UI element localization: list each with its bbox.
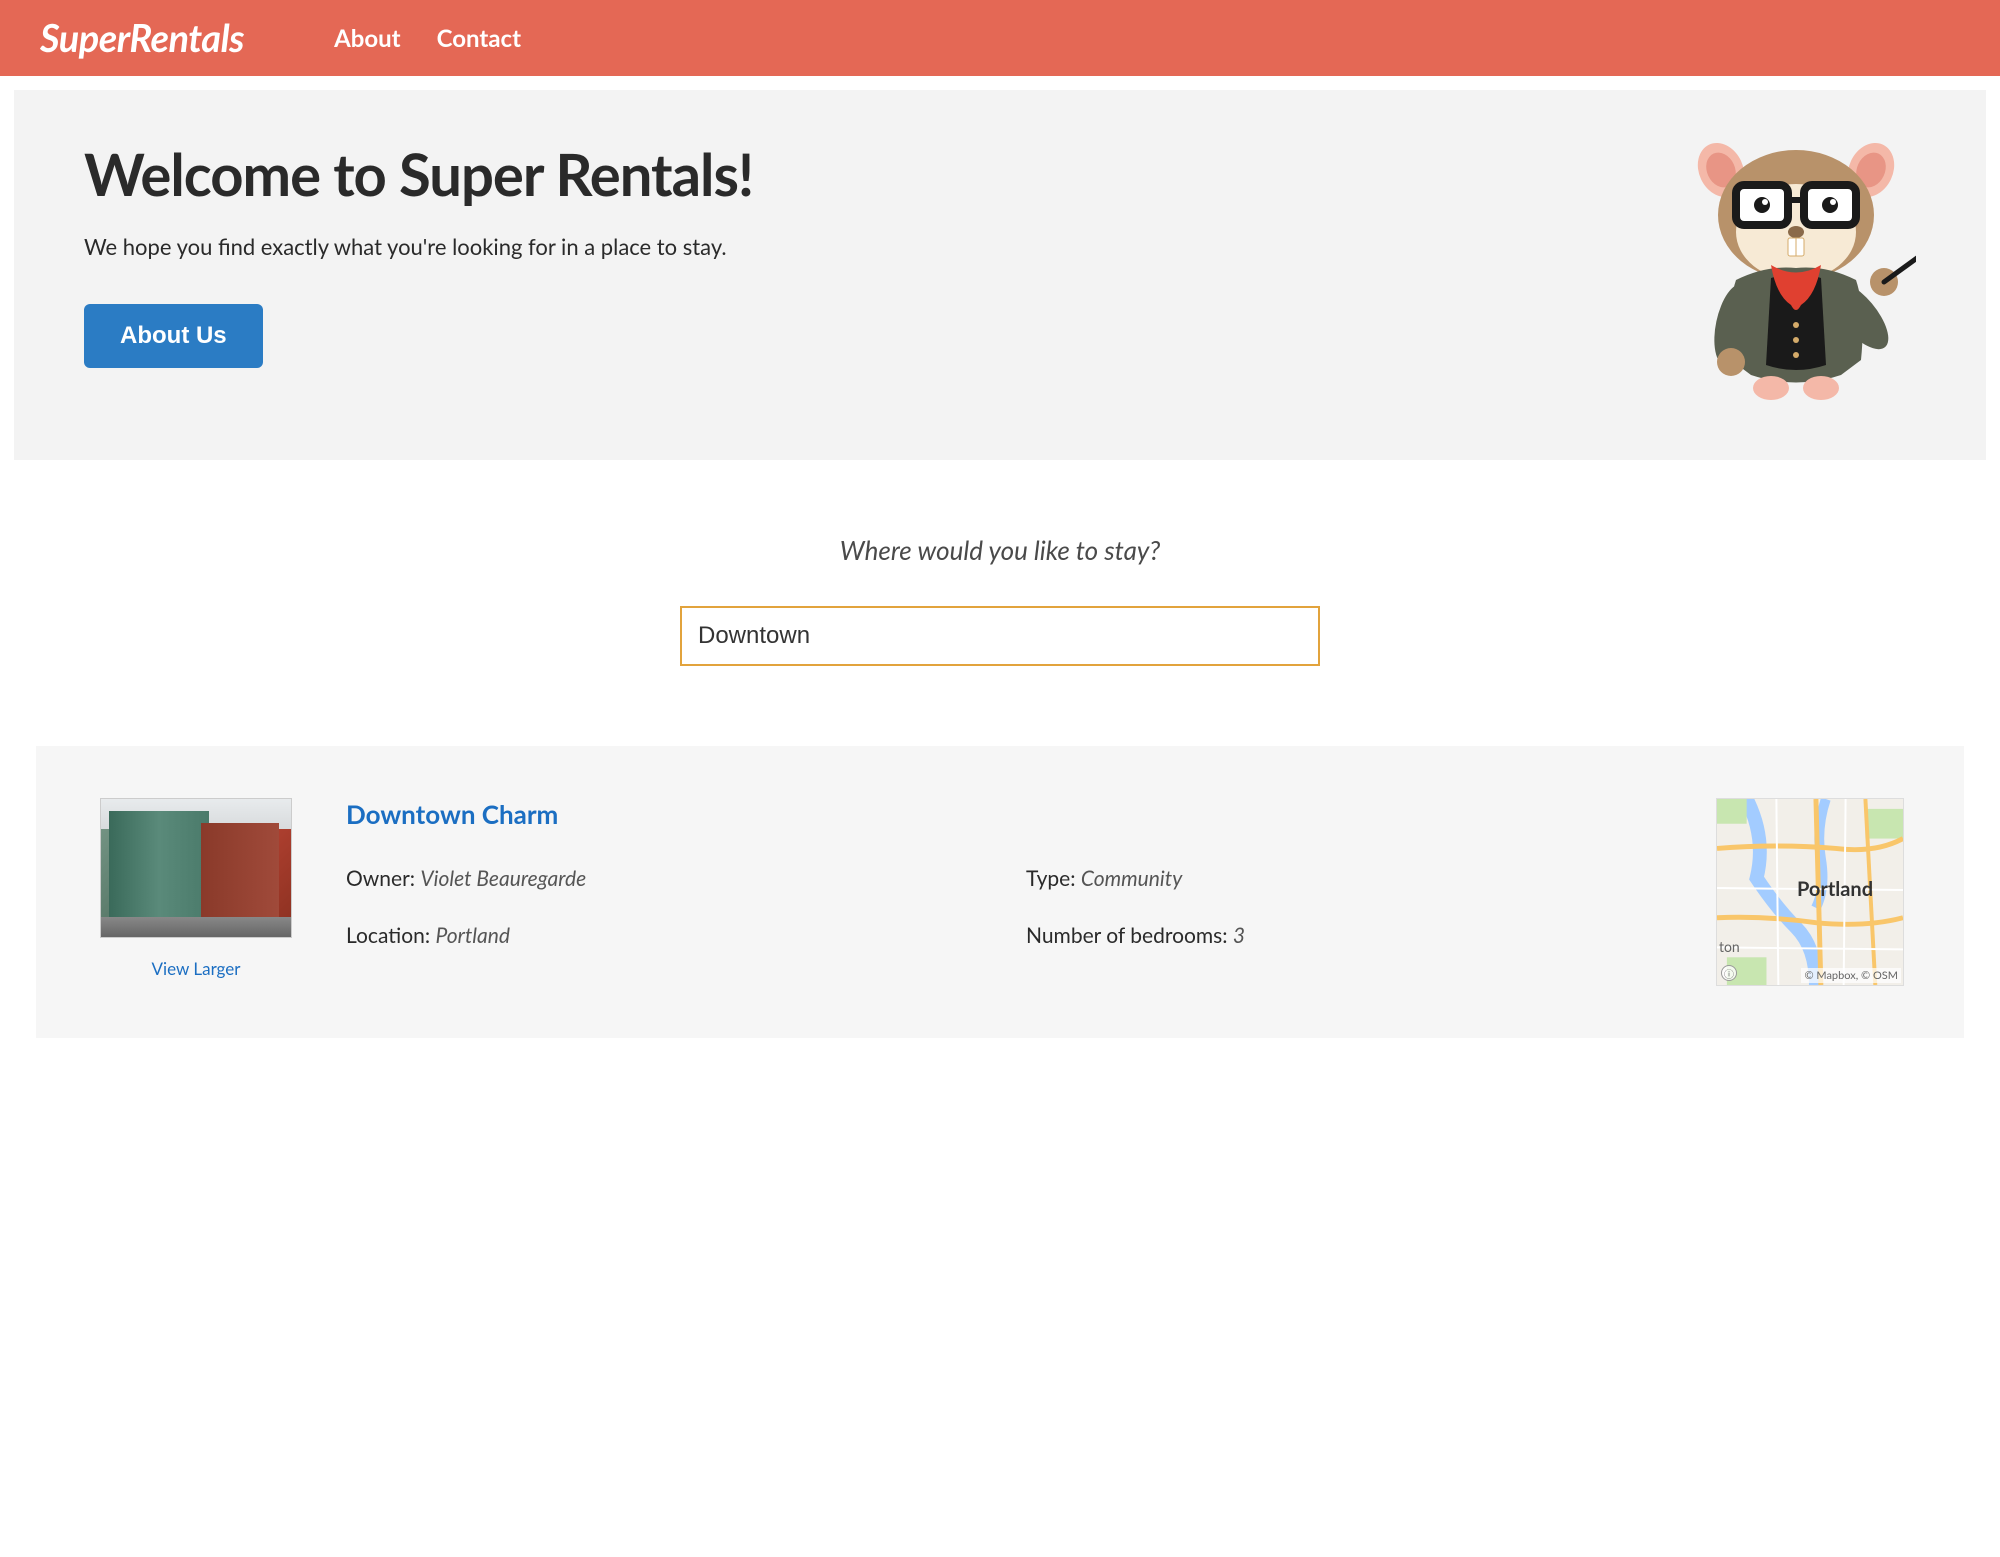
topbar: SuperRentals About Contact	[0, 0, 2000, 76]
listing-thumbnail[interactable]	[100, 798, 292, 938]
detail-type-label: Type:	[1026, 866, 1076, 891]
detail-location-value: Portland	[435, 923, 510, 948]
search-label: Where would you like to stay?	[0, 534, 2000, 566]
listing-map[interactable]: Portland ton © Mapbox, © OSM ⓘ	[1716, 798, 1904, 986]
about-us-button[interactable]: About Us	[84, 304, 263, 368]
detail-bedrooms-value: 3	[1233, 923, 1245, 948]
detail-type: Type: Community	[1026, 866, 1666, 891]
nav-link-contact[interactable]: Contact	[437, 24, 521, 53]
listing: View Larger Downtown Charm Owner: Violet…	[36, 746, 1964, 1038]
search-input[interactable]	[680, 606, 1320, 666]
view-larger-link[interactable]: View Larger	[152, 958, 241, 979]
detail-type-value: Community	[1081, 866, 1182, 891]
nav-link-about[interactable]: About	[334, 24, 401, 53]
detail-location-label: Location:	[346, 923, 430, 948]
detail-owner-label: Owner:	[346, 866, 415, 891]
logo[interactable]: SuperRentals	[40, 15, 244, 61]
jumbo-title: Welcome to Super Rentals!	[84, 140, 753, 209]
jumbo-tagline: We hope you find exactly what you're loo…	[84, 233, 753, 260]
details-grid: Owner: Violet Beauregarde Type: Communit…	[346, 866, 1666, 948]
jumbo-content: Welcome to Super Rentals! We hope you fi…	[84, 140, 753, 368]
detail-owner: Owner: Violet Beauregarde	[346, 866, 986, 891]
listing-image-column: View Larger	[96, 798, 296, 986]
detail-bedrooms: Number of bedrooms: 3	[1026, 923, 1666, 948]
nav-links: About Contact	[334, 24, 521, 53]
map-alt-label: ton	[1719, 938, 1740, 955]
map-info-icon[interactable]: ⓘ	[1721, 965, 1737, 981]
listing-title[interactable]: Downtown Charm	[346, 798, 1666, 830]
tomster-mascot-icon	[1676, 140, 1916, 400]
jumbo: Welcome to Super Rentals! We hope you fi…	[14, 90, 1986, 460]
detail-location: Location: Portland	[346, 923, 986, 948]
map-city-label: Portland	[1797, 877, 1873, 901]
search-section: Where would you like to stay?	[0, 474, 2000, 716]
map-attribution: © Mapbox, © OSM	[1801, 968, 1901, 983]
detail-bedrooms-label: Number of bedrooms:	[1026, 923, 1228, 948]
listing-details: Downtown Charm Owner: Violet Beauregarde…	[346, 798, 1666, 986]
detail-owner-value: Violet Beauregarde	[420, 866, 586, 891]
